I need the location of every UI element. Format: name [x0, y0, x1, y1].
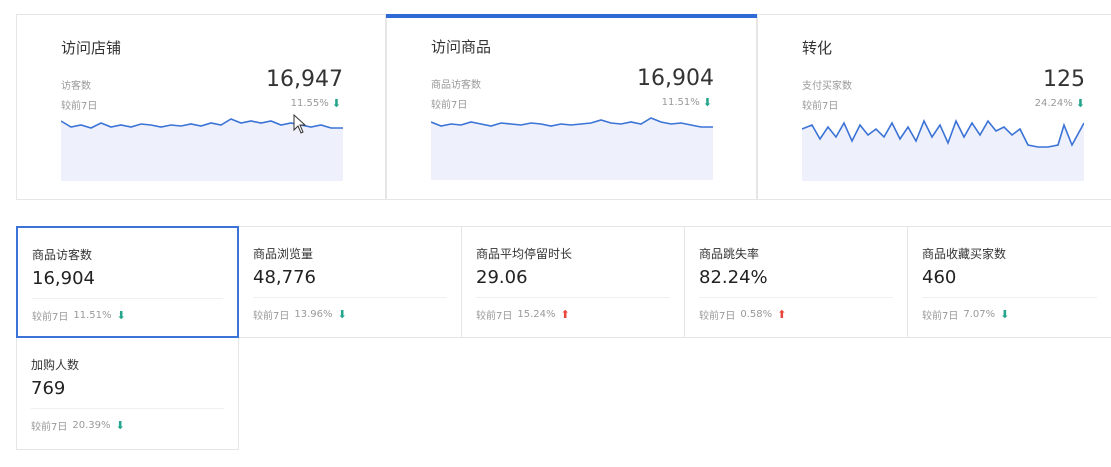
card-change-pct: 11.51% [661, 97, 700, 108]
divider [32, 298, 223, 299]
metric-change-pct: 0.58% [740, 309, 773, 320]
divider [699, 297, 893, 298]
arrow-down-icon: ⬇ [1075, 97, 1085, 110]
arrow-down-icon: ⬇ [1000, 308, 1010, 321]
metric-value: 16,904 [32, 268, 95, 289]
divider [31, 408, 224, 409]
card-title: 访问店铺 [61, 39, 122, 57]
arrow-up-icon: ⬆ [777, 308, 787, 321]
metric-favorite-buyers[interactable]: 商品收藏买家数 460 较前7日 7.07% ⬇ [908, 226, 1111, 338]
card-conversion[interactable]: 转化 支付买家数 较前7日 125 24.24% ⬇ [757, 14, 1111, 200]
metric-add-to-cart[interactable]: 加购人数 769 较前7日 20.39% ⬇ [16, 338, 239, 450]
metric-product-visitors[interactable]: 商品访客数 16,904 较前7日 11.51% ⬇ [16, 226, 239, 338]
metric-change: 较前7日 20.39% ⬇ [31, 418, 125, 433]
metric-bounce-rate[interactable]: 商品跳失率 82.24% 较前7日 0.58% ⬆ [685, 226, 908, 338]
arrow-down-icon: ⬇ [337, 308, 347, 321]
metric-change-pct: 15.24% [517, 309, 556, 320]
metric-compare-label: 较前7日 [476, 311, 513, 322]
metric-change-pct: 11.51% [73, 310, 112, 321]
metric-label: 商品平均停留时长 [476, 247, 573, 261]
arrow-down-icon: ⬇ [116, 309, 126, 322]
card-metric-label: 商品访客数 [431, 80, 481, 91]
sparkline-area [431, 118, 713, 180]
metric-compare-label: 较前7日 [922, 311, 959, 322]
metric-product-views[interactable]: 商品浏览量 48,776 较前7日 13.96% ⬇ [239, 226, 462, 338]
card-compare-label: 较前7日 [61, 101, 98, 112]
sparkline-chart [431, 117, 713, 180]
card-compare-label: 较前7日 [802, 101, 839, 112]
metric-change: 较前7日 7.07% ⬇ [922, 307, 1009, 322]
arrow-down-icon: ⬇ [331, 97, 341, 110]
metric-compare-label: 较前7日 [32, 312, 69, 323]
metric-change: 较前7日 11.51% ⬇ [32, 308, 126, 323]
metric-change: 较前7日 13.96% ⬇ [253, 307, 347, 322]
card-change: 24.24% ⬇ [1035, 97, 1085, 110]
metric-change: 较前7日 0.58% ⬆ [699, 307, 786, 322]
card-metric-label: 访客数 [61, 81, 91, 92]
divider [253, 297, 447, 298]
metric-compare-label: 较前7日 [253, 311, 290, 322]
arrow-down-icon: ⬇ [702, 96, 712, 109]
metric-label: 商品浏览量 [253, 247, 314, 261]
arrow-down-icon: ⬇ [115, 419, 125, 432]
card-change-pct: 24.24% [1034, 98, 1073, 109]
metric-change-pct: 20.39% [72, 420, 111, 431]
card-compare-label: 较前7日 [431, 100, 468, 111]
metric-label: 商品访客数 [32, 248, 93, 262]
metric-change: 较前7日 15.24% ⬆ [476, 307, 570, 322]
card-change: 11.55% ⬇ [291, 97, 341, 110]
card-title: 访问商品 [431, 38, 492, 56]
active-tab-indicator [386, 14, 757, 18]
card-change: 11.51% ⬇ [662, 96, 712, 109]
metric-avg-stay-time[interactable]: 商品平均停留时长 29.06 较前7日 15.24% ⬆ [462, 226, 685, 338]
card-visit-store[interactable]: 访问店铺 访客数 较前7日 16,947 11.55% ⬇ [16, 14, 386, 200]
card-visit-product[interactable]: 访问商品 商品访客数 较前7日 16,904 11.51% ⬇ [386, 14, 757, 200]
metric-label: 商品收藏买家数 [922, 247, 1007, 261]
card-value: 125 [1043, 67, 1085, 92]
metric-compare-label: 较前7日 [31, 422, 68, 433]
metric-value: 29.06 [476, 267, 528, 288]
metric-label: 商品跳失率 [699, 247, 760, 261]
divider [922, 297, 1097, 298]
metric-value: 460 [922, 267, 957, 288]
card-title: 转化 [802, 39, 833, 57]
card-change-pct: 11.55% [290, 98, 329, 109]
metric-compare-label: 较前7日 [699, 311, 736, 322]
metric-change-pct: 7.07% [963, 309, 996, 320]
metrics-grid: 商品访客数 16,904 较前7日 11.51% ⬇ 商品浏览量 48,776 … [16, 226, 1111, 450]
card-value: 16,904 [637, 66, 714, 91]
divider [476, 297, 670, 298]
metric-label: 加购人数 [31, 358, 80, 372]
mouse-cursor-icon [293, 114, 307, 134]
metric-value: 82.24% [699, 267, 768, 288]
metric-value: 769 [31, 378, 66, 399]
card-value: 16,947 [266, 67, 343, 92]
arrow-up-icon: ⬆ [560, 308, 570, 321]
metric-change-pct: 13.96% [294, 309, 333, 320]
card-metric-label: 支付买家数 [802, 81, 852, 92]
sparkline-chart [802, 118, 1084, 181]
metric-value: 48,776 [253, 267, 316, 288]
